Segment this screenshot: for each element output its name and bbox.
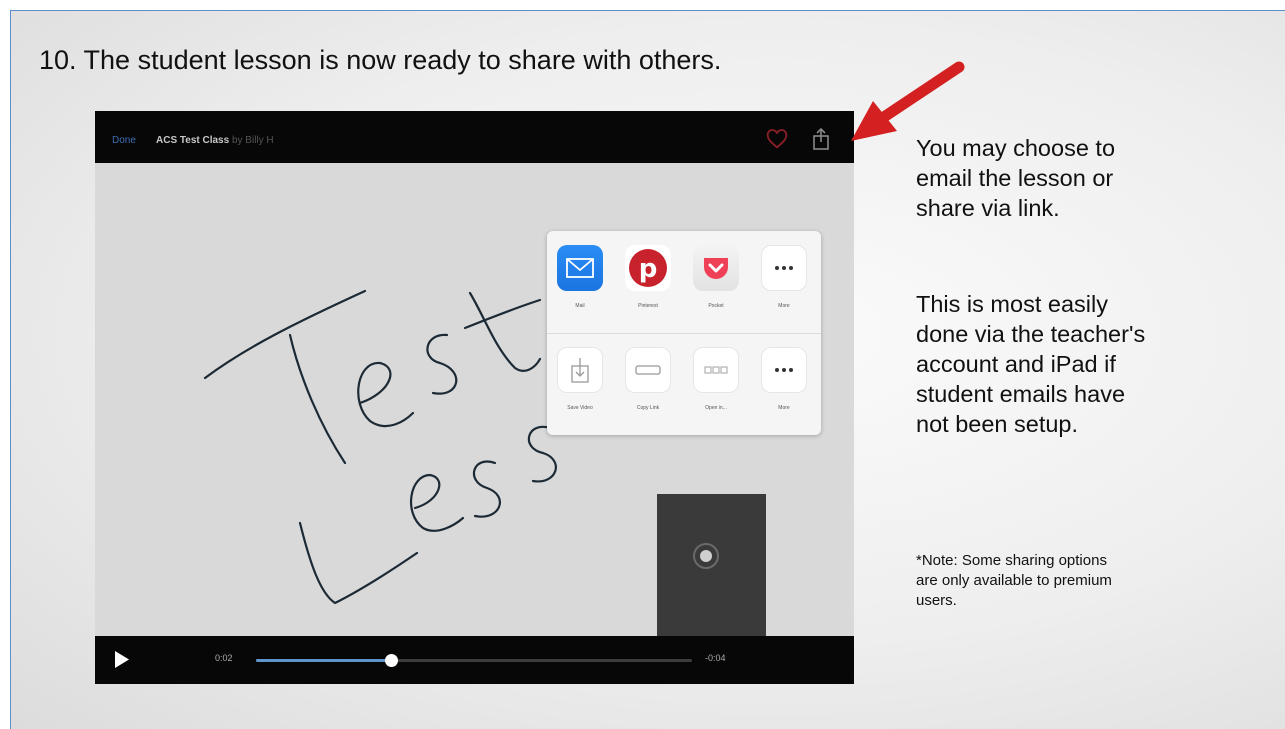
share-label-pinterest: Pinterest [638,303,658,309]
pocket-icon [693,245,739,291]
time-elapsed: 0:02 [215,653,233,663]
slide-title: 10. The student lesson is now ready to s… [39,45,722,75]
note-text: *Note: Some sharing options are only ava… [916,551,1266,611]
svg-text:p: p [639,254,658,284]
author-label: by Billy H [231,135,274,146]
share-item-open-in[interactable]: Open in... [688,347,744,411]
sheet-divider [547,333,821,334]
player-top-bar: Done ACS Test Class by Billy H [95,111,854,163]
side-text-line: share via link. [916,195,1060,221]
side-text-line: done via the teacher's [916,321,1146,347]
share-item-more-apps[interactable]: More [756,245,812,309]
share-sheet: Mail p Pinterest Pocket More Save Video … [547,231,821,435]
share-label-more-apps: More [778,303,790,309]
recording-thumbnail[interactable] [657,494,766,639]
heart-icon[interactable] [766,129,788,151]
share-item-save-video[interactable]: Save Video [552,347,608,411]
save-video-icon [557,347,603,393]
share-label-pocket: Pocket [708,303,724,309]
lesson-canvas[interactable]: Mail p Pinterest Pocket More Save Video … [95,163,854,639]
record-button-icon[interactable] [693,543,719,569]
share-item-pocket[interactable]: Pocket [688,245,744,309]
class-title-name: ACS Test Class [156,135,230,146]
progress-fill [256,659,392,662]
side-text-line: You may choose to [916,135,1116,161]
copy-link-icon [625,347,671,393]
share-label-copy-link: Copy Link [636,405,660,411]
share-label-save-video: Save Video [567,405,593,411]
class-title: ACS Test Class by Billy H [156,135,274,146]
note-line: users. [916,592,957,609]
share-item-mail[interactable]: Mail [552,245,608,309]
share-item-copy-link[interactable]: Copy Link [620,347,676,411]
pinterest-icon: p [625,245,671,291]
player-controls: 0:02 -0:04 [95,636,854,684]
open-in-icon [693,347,739,393]
share-label-mail: Mail [575,303,585,309]
slide: 10. The student lesson is now ready to s… [10,10,1285,729]
side-text-block-1: You may choose to email the lesson or sh… [916,133,1115,223]
note-line: are only available to premium [916,572,1112,589]
side-text-line: account and iPad if [916,351,1116,377]
side-text-line: not been setup. [916,411,1079,437]
share-label-more-actions: More [778,405,790,411]
more-icon [761,347,807,393]
side-text-line: student emails have [916,381,1126,407]
progress-knob[interactable] [385,654,399,667]
time-remaining: -0:04 [705,653,726,663]
video-player: Done ACS Test Class by Billy H Mail p Pi… [95,111,854,684]
share-label-open-in: Open in... [705,405,727,411]
note-line: *Note: Some sharing options [916,552,1107,569]
more-icon [761,245,807,291]
mail-icon [557,245,603,291]
share-item-more-actions[interactable]: More [756,347,812,411]
progress-slider[interactable] [256,654,692,667]
play-icon[interactable] [115,651,129,668]
side-text-block-2: This is most easily done via the teacher… [916,289,1145,439]
share-item-pinterest[interactable]: p Pinterest [620,245,676,309]
side-text-line: This is most easily [916,291,1108,317]
done-button[interactable]: Done [112,135,136,146]
side-text-line: email the lesson or [916,165,1114,191]
